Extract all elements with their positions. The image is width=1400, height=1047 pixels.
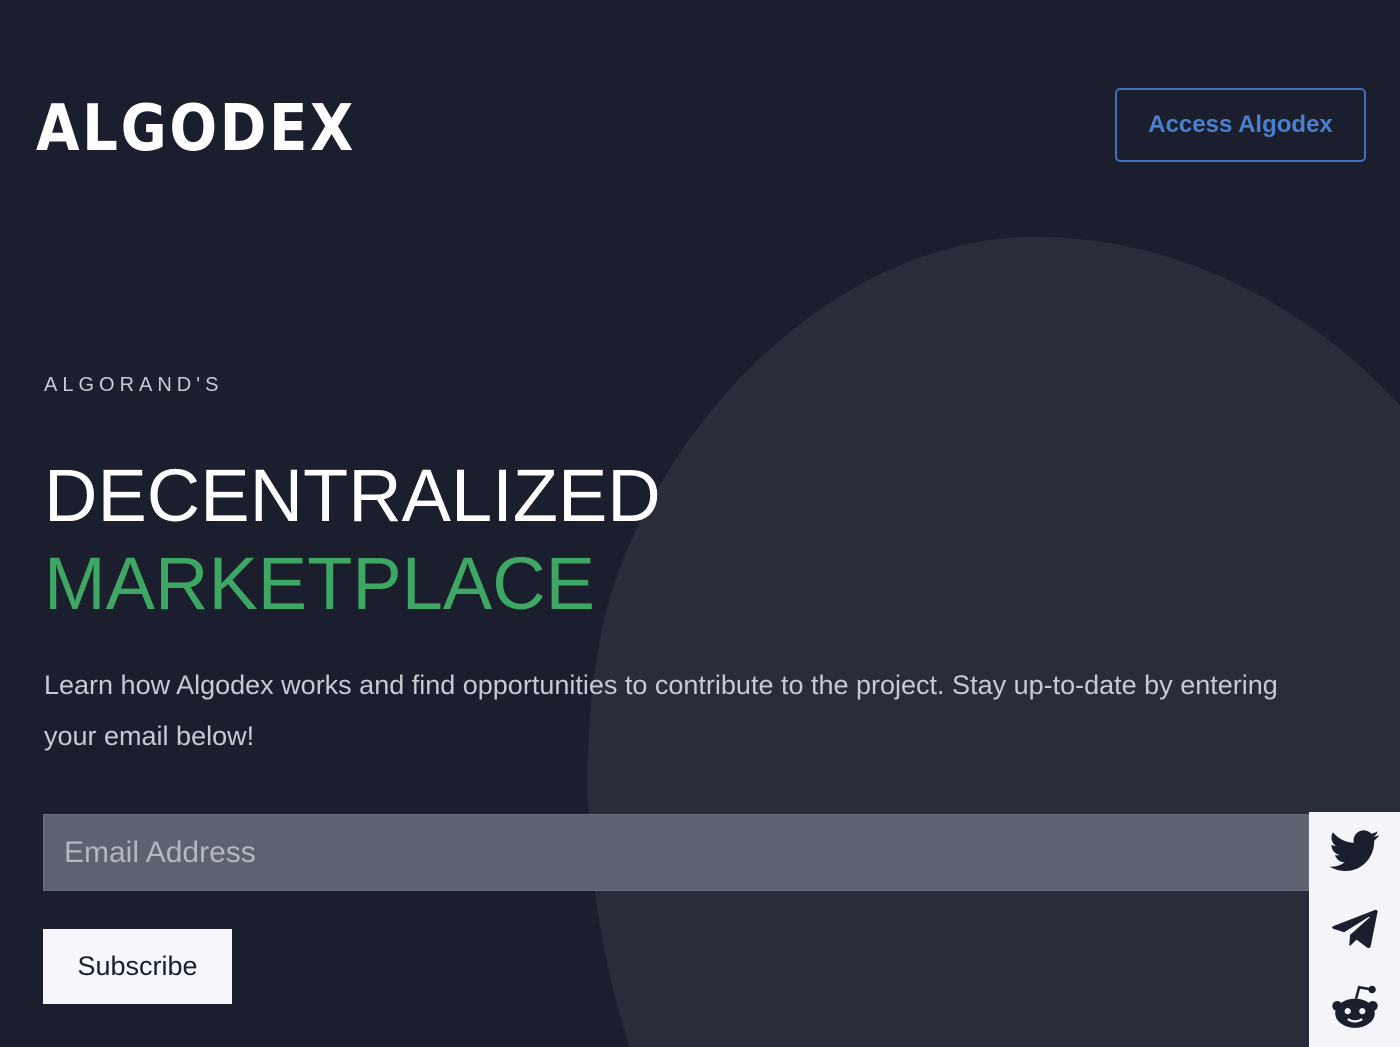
reddit-link[interactable] — [1309, 968, 1400, 1046]
twitter-link[interactable] — [1309, 812, 1400, 890]
social-sidebar — [1309, 812, 1400, 1047]
subscribe-button[interactable]: Subscribe — [43, 929, 232, 1004]
access-algodex-button[interactable]: Access Algodex — [1115, 88, 1366, 162]
hero-eyebrow: ALGORAND'S — [44, 374, 224, 396]
headline-line-1: DECENTRALIZED — [44, 454, 661, 537]
twitter-icon — [1329, 830, 1379, 871]
logo-wordmark: ALGODEX — [36, 95, 356, 155]
email-input[interactable] — [43, 814, 1309, 891]
hero-description: Learn how Algodex works and find opportu… — [44, 670, 1278, 751]
hero-headline: DECENTRALIZED MARKETPLACE — [44, 452, 661, 628]
telegram-icon — [1331, 909, 1378, 949]
reddit-icon — [1331, 985, 1378, 1028]
algodex-logo[interactable]: ALGODEX — [36, 92, 358, 166]
headline-line-2: MARKETPLACE — [44, 542, 596, 625]
logo-mark: ALGODEX — [36, 92, 356, 166]
telegram-link[interactable] — [1309, 890, 1400, 968]
landing-page: ALGODEX Access Algodex ALGORAND'S DECENT… — [0, 0, 1400, 1047]
